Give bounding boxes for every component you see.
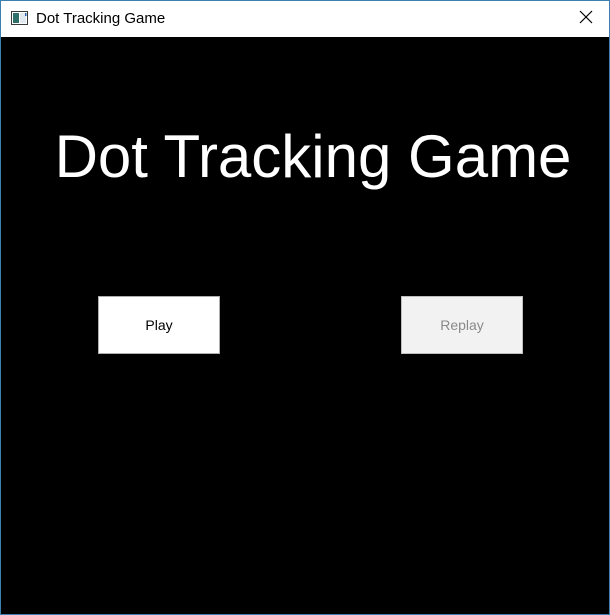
play-button[interactable]: Play — [98, 296, 220, 354]
game-heading: Dot Tracking Game — [54, 123, 572, 190]
close-icon — [579, 10, 593, 29]
replay-button[interactable]: Replay — [401, 296, 523, 354]
close-button[interactable] — [563, 1, 609, 37]
app-window: Dot Tracking Game Dot Tracking Game Play… — [0, 0, 610, 615]
app-window-icon — [11, 11, 28, 25]
title-bar[interactable]: Dot Tracking Game — [1, 1, 609, 37]
game-area: Dot Tracking Game Play Replay — [1, 37, 609, 614]
window-title: Dot Tracking Game — [36, 10, 166, 27]
